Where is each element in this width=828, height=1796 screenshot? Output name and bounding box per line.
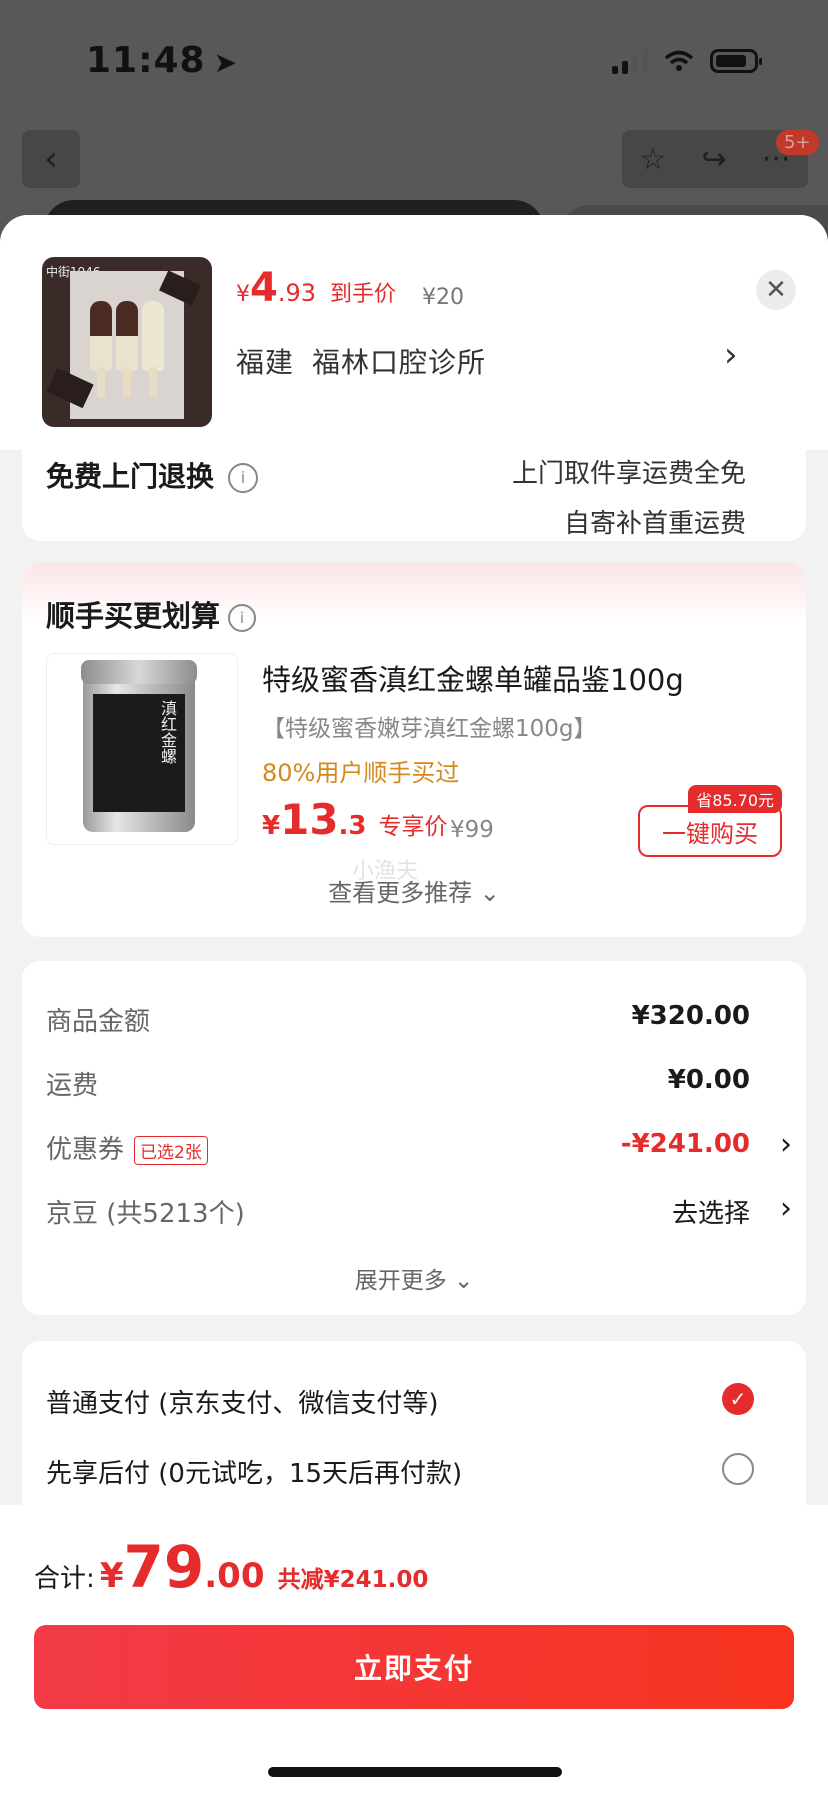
product-thumbnail[interactable]: 中街1946 <box>42 257 212 427</box>
thumbnail-ice-cream <box>90 301 112 371</box>
header-price: ¥4.93 到手价 <box>236 265 397 311</box>
pay-now-button[interactable]: 立即支付 <box>34 1625 794 1709</box>
checkout-footer: 合计: ¥79.00 共减¥241.00 立即支付 <box>0 1505 828 1796</box>
chevron-down-icon: ⌄ <box>479 879 500 907</box>
status-bar: 11:48 ➤ <box>0 0 828 120</box>
recommend-card: 顺手买更划算 i 滇红金螺 特级蜜香滇红金螺单罐品鉴100g 【特级蜜香嫩芽滇红金… <box>22 563 806 937</box>
total-saved: 共减¥241.00 <box>277 1567 429 1593</box>
wifi-icon <box>664 50 694 71</box>
info-icon[interactable]: i <box>228 463 259 493</box>
summary-value: -¥241.00 <box>620 1129 750 1159</box>
price-tag: 专享价 <box>378 814 448 840</box>
summary-row-coupon[interactable]: 优惠券 已选2张 -¥241.00 › <box>46 1127 792 1169</box>
one-click-buy: 一键购买 省85.70元 <box>638 785 784 861</box>
thumbnail-ice-cream <box>142 301 164 371</box>
return-service-label: 免费上门退换 i <box>46 455 259 495</box>
close-icon: ✕ <box>765 275 787 305</box>
view-more-recommend[interactable]: 查看更多推荐 ⌄ <box>22 873 806 908</box>
recommend-original-price: ¥99 <box>450 817 494 843</box>
payment-option-label: 普通支付 (京东支付、微信支付等) <box>46 1389 439 1419</box>
payment-option-normal[interactable]: 普通支付 (京东支付、微信支付等) ✓ <box>46 1383 786 1420</box>
chevron-right-icon: › <box>780 1191 792 1226</box>
recommend-title: 顺手买更划算 i <box>46 593 257 635</box>
summary-row-jingdou[interactable]: 京豆 (共5213个) 去选择 › <box>46 1191 792 1233</box>
summary-value: 去选择 <box>671 1199 750 1229</box>
thumbnail-stick <box>149 367 157 397</box>
tea-can-label: 滇红金螺 <box>93 694 185 812</box>
message-count-badge: 5+ <box>776 130 819 155</box>
return-service-line2: 自寄补首重运费 <box>563 509 746 539</box>
expand-more[interactable]: 展开更多 ⌄ <box>22 1261 806 1295</box>
order-total: 合计: ¥79.00 共减¥241.00 <box>34 1533 429 1601</box>
chevron-right-icon: › <box>780 1127 792 1162</box>
return-service-line1: 上门取件享运费全免 <box>511 459 746 489</box>
home-indicator <box>268 1767 562 1777</box>
chevron-right-icon[interactable]: › <box>724 335 738 375</box>
header-original-price: ¥20 <box>422 285 464 310</box>
status-icons <box>612 48 762 74</box>
summary-row-goods: 商品金额 ¥320.00 <box>46 1001 786 1041</box>
store-name: 福林口腔诊所 <box>312 346 487 379</box>
summary-value: ¥0.00 <box>667 1065 750 1095</box>
payment-option-label: 先享后付 (0元试吃，15天后再付款) <box>46 1459 463 1489</box>
summary-row-shipping: 运费 ¥0.00 <box>46 1065 786 1105</box>
clock: 11:48 <box>86 40 206 81</box>
coupon-count-badge: 已选2张 <box>134 1136 208 1165</box>
star-icon[interactable]: ☆ <box>640 142 667 177</box>
summary-label: 运费 <box>46 1071 99 1101</box>
product-header: 中街1946 ¥4.93到手价 ¥20 福建福林口腔诊所 › ✕ <box>0 215 828 450</box>
chevron-left-icon: ‹ <box>44 139 58 179</box>
summary-label: 商品金额 <box>46 1007 151 1037</box>
share-icon[interactable]: ↪ <box>702 142 727 177</box>
close-button[interactable]: ✕ <box>756 270 796 310</box>
thumbnail-stick <box>97 367 105 397</box>
price-tag: 到手价 <box>330 282 397 307</box>
summary-value: ¥320.00 <box>631 1001 750 1031</box>
location-arrow-icon: ➤ <box>213 46 239 79</box>
recommend-price: ¥13.3 专享价 <box>262 795 448 844</box>
store-region: 福建 <box>236 346 295 379</box>
summary-label: 京豆 (共5213个) <box>46 1199 245 1229</box>
payment-option-later[interactable]: 先享后付 (0元试吃，15天后再付款) <box>46 1453 786 1490</box>
save-badge: 省85.70元 <box>688 785 782 813</box>
recommend-stat: 80%用户顺手买过 <box>262 759 460 787</box>
chevron-down-icon: ⌄ <box>454 1268 474 1294</box>
recommend-product-image[interactable]: 滇红金螺 <box>46 653 238 845</box>
tea-can-lid <box>81 660 197 684</box>
cellular-signal-icon <box>612 48 648 74</box>
thumbnail-stick <box>123 367 131 397</box>
summary-label: 优惠券 已选2张 <box>46 1129 208 1166</box>
radio-checked-icon[interactable]: ✓ <box>722 1383 754 1415</box>
order-summary-card: 商品金额 ¥320.00 运费 ¥0.00 优惠券 已选2张 -¥241.00 ›… <box>22 961 806 1315</box>
recommend-product-name[interactable]: 特级蜜香滇红金螺单罐品鉴100g <box>262 657 684 699</box>
battery-icon <box>710 49 762 73</box>
recommend-product-subtitle: 【特级蜜香嫩芽滇红金螺100g】 <box>262 716 597 742</box>
radio-unchecked-icon[interactable] <box>722 1453 754 1485</box>
info-icon[interactable]: i <box>228 604 257 632</box>
total-label: 合计: <box>34 1564 95 1594</box>
store-link[interactable]: 福建 福林口腔诊所 <box>236 341 486 381</box>
back-button[interactable]: ‹ <box>22 130 80 188</box>
status-time: 11:48 ➤ <box>86 40 238 81</box>
tea-can: 滇红金螺 <box>81 660 197 832</box>
thumbnail-ice-cream <box>116 301 138 371</box>
